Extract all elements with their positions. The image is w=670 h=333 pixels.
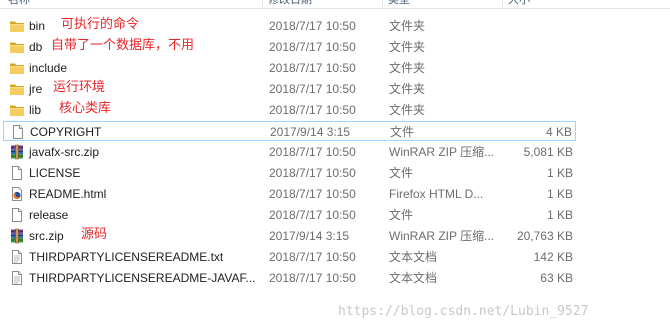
file-name: THIRDPARTYLICENSEREADME-JAVAF... xyxy=(29,271,256,285)
file-date: 2018/7/17 10:50 xyxy=(269,187,356,201)
folder-icon xyxy=(9,81,25,97)
file-row[interactable]: release 2018/7/17 10:50 文件 1 KB xyxy=(3,205,576,225)
column-header-size[interactable]: 大小 xyxy=(508,0,530,8)
file-size: 1 KB xyxy=(546,208,573,222)
file-size: 4 KB xyxy=(545,125,572,139)
annotation-text: 运行环境 xyxy=(53,80,106,95)
file-row[interactable]: bin 2018/7/17 10:50 文件夹 可执行的命令 xyxy=(3,16,576,36)
file-type: 文件夹 xyxy=(389,103,426,117)
file-date: 2018/7/17 10:50 xyxy=(269,250,356,264)
file-type: WinRAR ZIP 压缩... xyxy=(389,145,495,159)
file-name: LICENSE xyxy=(29,166,81,180)
file-name: bin xyxy=(29,19,46,33)
file-date: 2018/7/17 10:50 xyxy=(269,40,356,54)
file-name: release xyxy=(29,208,69,222)
file-size: 5,081 KB xyxy=(523,145,573,159)
file-row[interactable]: README.html 2018/7/17 10:50 Firefox HTML D… xyxy=(3,184,576,204)
file-row[interactable]: LICENSE 2018/7/17 10:50 文件 1 KB xyxy=(3,163,576,183)
file-date: 2018/7/17 10:50 xyxy=(269,166,356,180)
column-divider[interactable] xyxy=(502,0,503,8)
file-type: 文件 xyxy=(389,208,414,222)
column-header-date[interactable]: 修改日期 xyxy=(268,0,312,8)
blank-file-icon xyxy=(9,165,25,181)
file-date: 2018/7/17 10:50 xyxy=(269,82,356,96)
file-name: db xyxy=(29,40,43,54)
file-type: 文件夹 xyxy=(389,40,426,54)
annotation-text: 可执行的命令 xyxy=(61,17,140,32)
file-type: 文件夹 xyxy=(389,61,426,75)
folder-icon xyxy=(9,102,25,118)
file-row[interactable]: lib 2018/7/17 10:50 文件夹 核心类库 xyxy=(3,100,576,120)
file-type: 文本文档 xyxy=(389,250,438,264)
file-type: 文件 xyxy=(390,125,415,139)
annotation-text: 自带了一个数据库，不用 xyxy=(51,38,195,53)
file-size: 1 KB xyxy=(546,166,573,180)
winrar-archive-icon xyxy=(9,144,25,160)
column-header-type[interactable]: 类型 xyxy=(388,0,410,8)
file-name: THIRDPARTYLICENSEREADME.txt xyxy=(29,250,224,264)
file-type: WinRAR ZIP 压缩... xyxy=(389,229,495,243)
file-date: 2018/7/17 10:50 xyxy=(269,61,356,75)
column-header-name[interactable]: 名称 xyxy=(8,0,30,8)
file-date: 2018/7/17 10:50 xyxy=(269,145,356,159)
column-divider[interactable] xyxy=(382,0,383,8)
text-document-icon xyxy=(9,270,25,286)
annotation-text: 源码 xyxy=(81,227,108,242)
watermark: https://blog.csdn.net/Lubin_9527 xyxy=(338,304,589,319)
winrar-archive-icon xyxy=(9,228,25,244)
blank-file-icon xyxy=(10,124,26,140)
file-row[interactable]: THIRDPARTYLICENSEREADME.txt 2018/7/17 10:… xyxy=(3,247,576,267)
file-size: 20,763 KB xyxy=(516,229,573,243)
file-name: javafx-src.zip xyxy=(29,145,100,159)
file-type: Firefox HTML D... xyxy=(389,187,484,201)
file-size: 142 KB xyxy=(533,250,573,264)
file-row[interactable]: src.zip 2017/9/14 3:15 WinRAR ZIP 压缩... 20,… xyxy=(3,226,576,246)
file-name: lib xyxy=(29,103,42,117)
file-date: 2017/9/14 3:15 xyxy=(270,125,351,139)
column-divider[interactable] xyxy=(262,0,263,8)
folder-icon xyxy=(9,39,25,55)
file-row[interactable]: include 2018/7/17 10:50 文件夹 xyxy=(3,58,576,78)
text-document-icon xyxy=(9,249,25,265)
file-name: src.zip xyxy=(29,229,64,243)
file-date: 2018/7/17 10:50 xyxy=(269,271,356,285)
file-type: 文件 xyxy=(389,166,414,180)
file-date: 2018/7/17 10:50 xyxy=(269,19,356,33)
file-date: 2018/7/17 10:50 xyxy=(269,103,356,117)
file-name: COPYRIGHT xyxy=(30,125,102,139)
file-row[interactable]: COPYRIGHT 2017/9/14 3:15 文件 4 KB xyxy=(3,121,576,141)
folder-icon xyxy=(9,18,25,34)
file-row[interactable]: db 2018/7/17 10:50 文件夹 自带了一个数据库，不用 xyxy=(3,37,576,57)
file-size: 63 KB xyxy=(540,271,573,285)
firefox-html-icon xyxy=(9,186,25,202)
folder-icon xyxy=(9,60,25,76)
file-date: 2018/7/17 10:50 xyxy=(269,208,356,222)
file-date: 2017/9/14 3:15 xyxy=(269,229,350,243)
file-row[interactable]: javafx-src.zip 2018/7/17 10:50 WinRAR ZIP … xyxy=(3,142,576,162)
file-size: 1 KB xyxy=(546,187,573,201)
file-type: 文件夹 xyxy=(389,19,426,33)
blank-file-icon xyxy=(9,207,25,223)
file-name: include xyxy=(29,61,68,75)
file-type: 文本文档 xyxy=(389,271,438,285)
file-row[interactable]: jre 2018/7/17 10:50 文件夹 运行环境 xyxy=(3,79,576,99)
file-row[interactable]: THIRDPARTYLICENSEREADME-JAVAF... 2018/7/1… xyxy=(3,268,576,288)
file-type: 文件夹 xyxy=(389,82,426,96)
file-name: jre xyxy=(29,82,43,96)
column-header: 名称 修改日期 类型 大小 xyxy=(0,0,670,9)
annotation-text: 核心类库 xyxy=(59,101,112,116)
file-name: README.html xyxy=(29,187,107,201)
